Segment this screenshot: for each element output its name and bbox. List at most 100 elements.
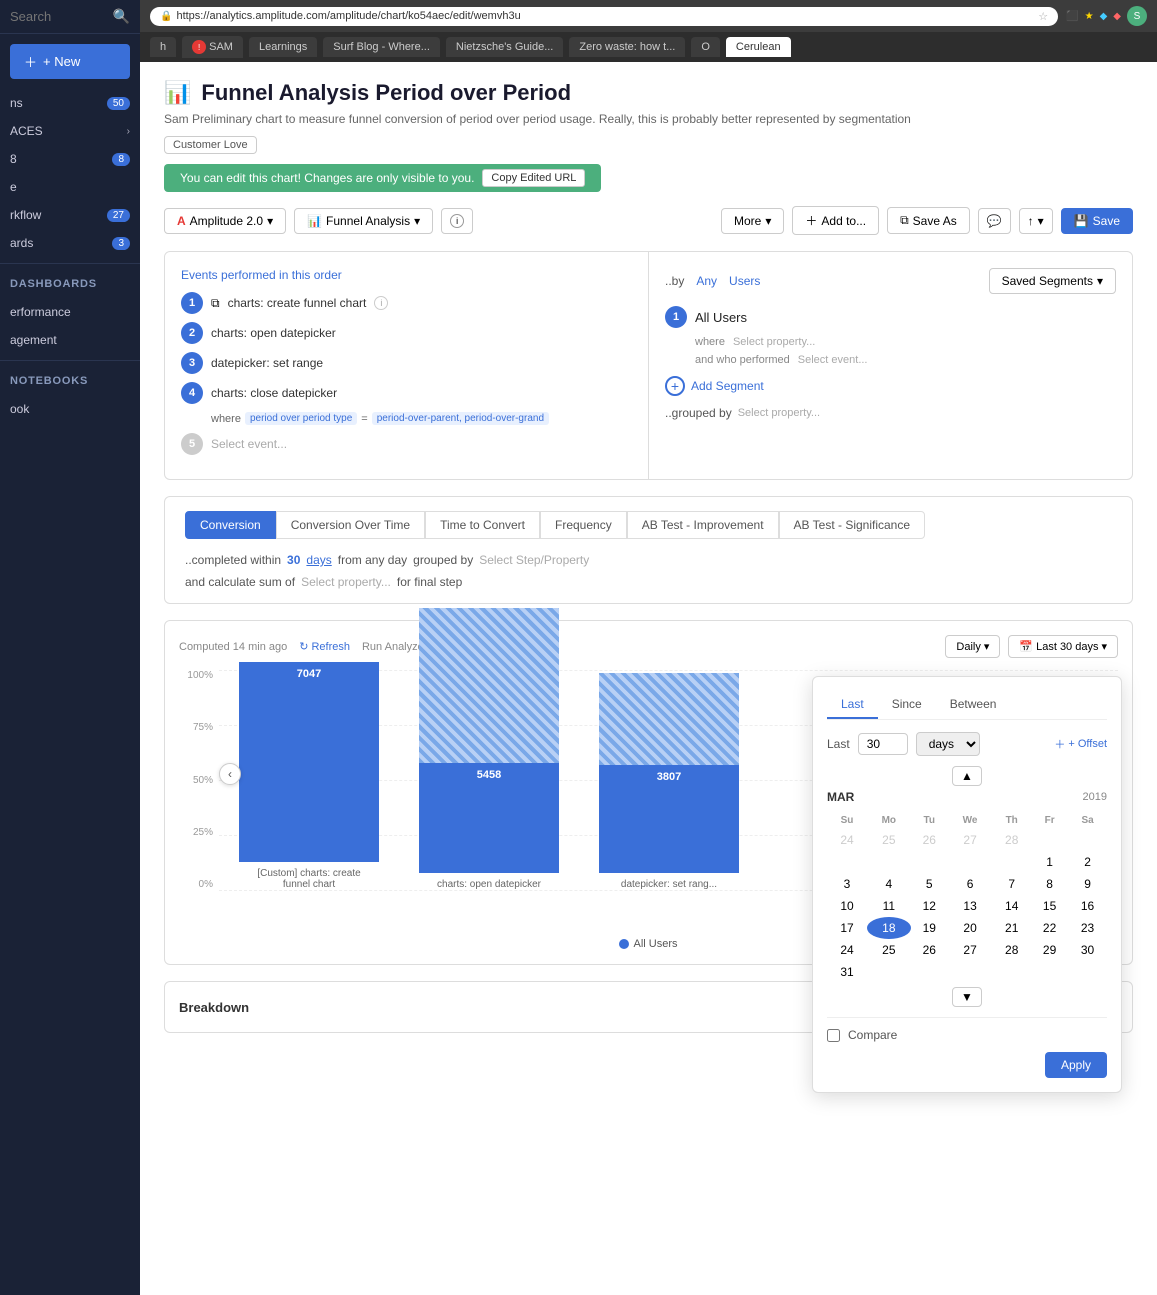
amplitude-selector[interactable]: A Amplitude 2.0 ▾ bbox=[164, 208, 286, 234]
cal-day[interactable]: 2 bbox=[1068, 851, 1107, 873]
cal-day[interactable] bbox=[1068, 961, 1107, 983]
cal-day[interactable]: 21 bbox=[992, 917, 1031, 939]
cal-day[interactable] bbox=[948, 851, 992, 873]
user-avatar[interactable]: S bbox=[1127, 6, 1147, 26]
cal-day[interactable]: 22 bbox=[1031, 917, 1068, 939]
dp-tab-last[interactable]: Last bbox=[827, 691, 878, 719]
comment-button[interactable]: 💬 bbox=[978, 208, 1011, 234]
cal-day[interactable]: 11 bbox=[867, 895, 911, 917]
cal-day[interactable]: 30 bbox=[1068, 939, 1107, 961]
users-link[interactable]: Users bbox=[729, 274, 760, 288]
sidebar-item-8[interactable]: 8 8 bbox=[0, 145, 140, 173]
sidebar-item-performance[interactable]: erformance bbox=[0, 298, 140, 326]
cal-day[interactable]: 12 bbox=[911, 895, 948, 917]
event-row-5[interactable]: 5 Select event... bbox=[181, 433, 632, 455]
cal-day[interactable]: 27 bbox=[948, 939, 992, 961]
sidebar-item-aces[interactable]: ACES › bbox=[0, 117, 140, 145]
cal-day[interactable]: 14 bbox=[992, 895, 1031, 917]
dp-offset-button[interactable]: ＋ + Offset bbox=[1054, 736, 1107, 752]
cal-day[interactable]: 8 bbox=[1031, 873, 1068, 895]
cal-day[interactable]: 23 bbox=[1068, 917, 1107, 939]
tab-ab-improvement[interactable]: AB Test - Improvement bbox=[627, 511, 779, 539]
dp-nav-down[interactable]: ▼ bbox=[952, 987, 982, 1007]
dp-tab-between[interactable]: Between bbox=[936, 691, 1011, 719]
browser-tab-surf[interactable]: Surf Blog - Where... bbox=[323, 37, 440, 57]
cal-day[interactable]: 25 bbox=[867, 939, 911, 961]
tag-customer-love[interactable]: Customer Love bbox=[164, 136, 257, 154]
event-row-3[interactable]: 3 datepicker: set range bbox=[181, 352, 632, 374]
refresh-button[interactable]: ↻ Refresh bbox=[299, 640, 350, 653]
cal-day[interactable]: 31 bbox=[827, 961, 867, 983]
any-link[interactable]: Any bbox=[696, 274, 717, 288]
cal-day[interactable] bbox=[992, 851, 1031, 873]
cal-day[interactable]: 7 bbox=[992, 873, 1031, 895]
cal-day[interactable]: 13 bbox=[948, 895, 992, 917]
cal-day-today[interactable]: 18 bbox=[867, 917, 911, 939]
cal-day[interactable]: 1 bbox=[1031, 851, 1068, 873]
tab-frequency[interactable]: Frequency bbox=[540, 511, 627, 539]
cal-day[interactable]: 3 bbox=[827, 873, 867, 895]
browser-tab-sam[interactable]: ! SAM bbox=[182, 36, 243, 58]
cal-day[interactable]: 15 bbox=[1031, 895, 1068, 917]
dp-apply-button[interactable]: Apply bbox=[1045, 1052, 1107, 1078]
dp-tab-since[interactable]: Since bbox=[878, 691, 936, 719]
scroll-left-button[interactable]: ‹ bbox=[219, 763, 241, 785]
tab-conversion[interactable]: Conversion bbox=[185, 511, 276, 539]
browser-tab-nietzsche[interactable]: Nietzsche's Guide... bbox=[446, 37, 563, 57]
cal-day[interactable] bbox=[867, 961, 911, 983]
run-analyzer-button[interactable]: Run Analyzer bbox=[362, 641, 427, 653]
cal-day-dim[interactable]: 26 bbox=[911, 829, 948, 851]
sidebar-search-input[interactable] bbox=[10, 9, 90, 24]
tab-time-to-convert[interactable]: Time to Convert bbox=[425, 511, 540, 539]
copy-url-button[interactable]: Copy Edited URL bbox=[482, 169, 585, 187]
cal-day[interactable]: 17 bbox=[827, 917, 867, 939]
cal-day[interactable]: 20 bbox=[948, 917, 992, 939]
sidebar-search-bar[interactable]: 🔍 bbox=[0, 0, 140, 34]
date-range-selector[interactable]: 📅 Last 30 days ▾ bbox=[1008, 635, 1118, 658]
cal-day[interactable]: 19 bbox=[911, 917, 948, 939]
cal-day[interactable]: 4 bbox=[867, 873, 911, 895]
sidebar-item-notebook[interactable]: ook bbox=[0, 395, 140, 423]
cal-day[interactable] bbox=[911, 961, 948, 983]
cal-day[interactable]: 6 bbox=[948, 873, 992, 895]
new-button[interactable]: ＋ + New bbox=[10, 44, 130, 79]
dp-nav-up[interactable]: ▲ bbox=[952, 766, 982, 786]
browser-tab-cerulean[interactable]: Cerulean bbox=[726, 37, 791, 57]
legend-item-users[interactable]: All Users bbox=[619, 938, 677, 950]
dp-last-input[interactable] bbox=[858, 733, 908, 755]
cal-day[interactable]: 5 bbox=[911, 873, 948, 895]
cal-day[interactable] bbox=[827, 851, 867, 873]
save-as-button[interactable]: ⧉ Save As bbox=[887, 207, 970, 234]
add-to-button[interactable]: ＋ Add to... bbox=[792, 206, 879, 235]
event-row-4[interactable]: 4 charts: close datepicker bbox=[181, 382, 632, 404]
save-button[interactable]: 💾 Save bbox=[1061, 208, 1133, 234]
dp-days-select[interactable]: days bbox=[916, 732, 980, 756]
cal-day[interactable]: 9 bbox=[1068, 873, 1107, 895]
add-segment-button[interactable]: + Add Segment bbox=[665, 376, 1116, 396]
cal-day-dim[interactable]: 24 bbox=[827, 829, 867, 851]
sidebar-item-workflow[interactable]: rkflow 27 bbox=[0, 201, 140, 229]
cal-day[interactable] bbox=[1031, 829, 1068, 851]
cal-day[interactable]: 26 bbox=[911, 939, 948, 961]
info-button[interactable]: i bbox=[441, 208, 473, 234]
sidebar-item-ns[interactable]: ns 50 bbox=[0, 89, 140, 117]
cal-day[interactable] bbox=[911, 851, 948, 873]
browser-tab-h[interactable]: h bbox=[150, 37, 176, 57]
compare-checkbox[interactable] bbox=[827, 1029, 840, 1042]
more-button[interactable]: More ▾ bbox=[721, 208, 784, 234]
cal-day[interactable]: 29 bbox=[1031, 939, 1068, 961]
tab-ab-significance[interactable]: AB Test - Significance bbox=[779, 511, 926, 539]
saved-segments-button[interactable]: Saved Segments ▾ bbox=[989, 268, 1116, 294]
cal-day[interactable] bbox=[867, 851, 911, 873]
sidebar-item-management[interactable]: agement bbox=[0, 326, 140, 354]
daily-selector[interactable]: Daily ▾ bbox=[945, 635, 1000, 658]
cal-day[interactable]: 24 bbox=[827, 939, 867, 961]
cal-day[interactable] bbox=[1068, 829, 1107, 851]
cal-day[interactable]: 28 bbox=[992, 939, 1031, 961]
sidebar-item-e[interactable]: e bbox=[0, 173, 140, 201]
cal-day[interactable] bbox=[1031, 961, 1068, 983]
cal-day[interactable] bbox=[992, 961, 1031, 983]
cal-day[interactable]: 10 bbox=[827, 895, 867, 917]
cal-day[interactable]: 16 bbox=[1068, 895, 1107, 917]
funnel-analysis-selector[interactable]: 📊 Funnel Analysis ▾ bbox=[294, 208, 433, 234]
